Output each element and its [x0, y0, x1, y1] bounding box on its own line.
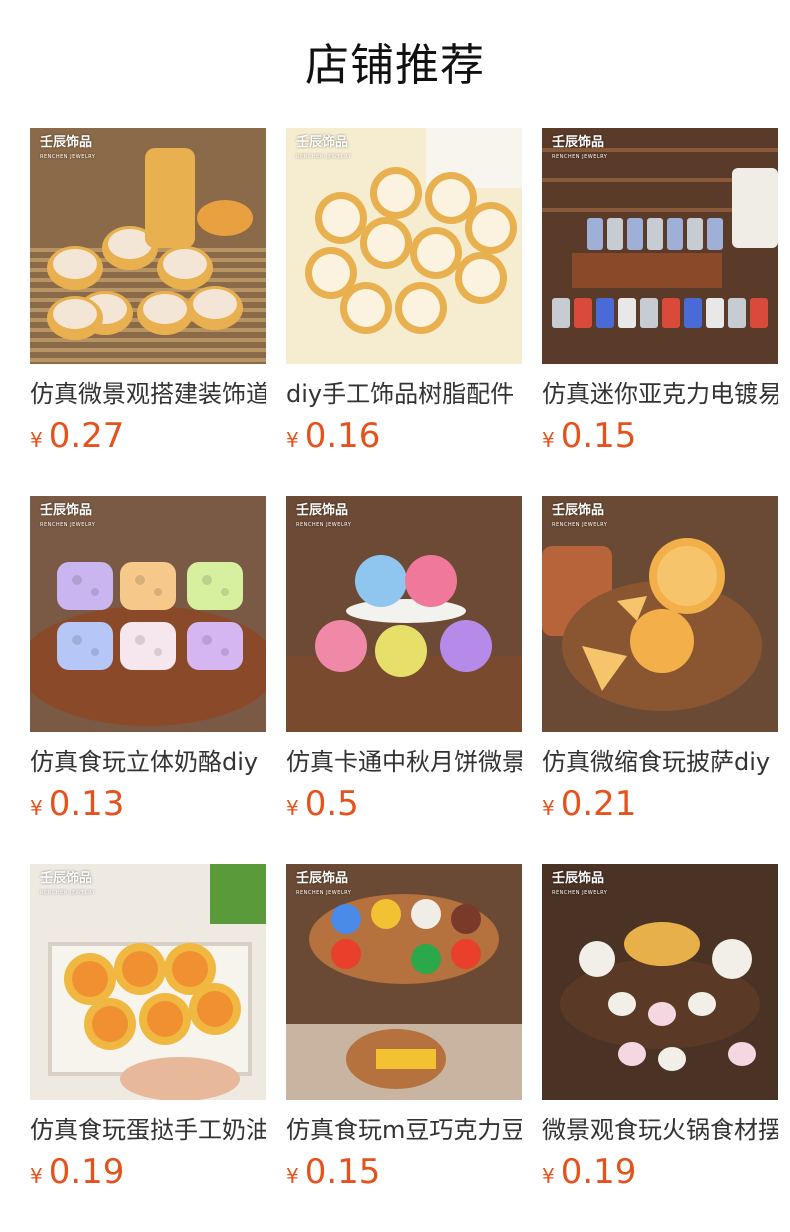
product-image[interactable]: 壬辰饰品 RENCHEN JEWELRY: [286, 864, 522, 1100]
price-value: 0.21: [560, 784, 637, 824]
product-name[interactable]: 仿真微缩食玩披萨diy: [542, 746, 778, 778]
product-image[interactable]: 壬辰饰品 RENCHEN JEWELRY: [286, 128, 522, 364]
price-value: 0.15: [560, 416, 637, 456]
brand-watermark: 壬辰饰品 RENCHEN JEWELRY: [552, 872, 607, 900]
product-price: ¥0.16: [286, 416, 522, 462]
product-image[interactable]: 壬辰饰品 RENCHEN JEWELRY: [542, 128, 778, 364]
product-card-4[interactable]: 壬辰饰品 RENCHEN JEWELRY 仿真食玩立体奶酪diy ¥0.13: [30, 496, 266, 864]
product-price: ¥0.15: [542, 416, 778, 462]
brand-watermark: 壬辰饰品 RENCHEN JEWELRY: [40, 136, 95, 164]
currency-symbol: ¥: [30, 428, 43, 452]
product-name[interactable]: 仿真食玩蛋挞手工奶油胶: [30, 1114, 266, 1146]
product-grid: 壬辰饰品 RENCHEN JEWELRY 仿真微景观搭建装饰道具 ¥0.27 壬…: [30, 128, 780, 1232]
brand-sub: RENCHEN JEWELRY: [296, 890, 352, 896]
product-card-1[interactable]: 壬辰饰品 RENCHEN JEWELRY 仿真微景观搭建装饰道具 ¥0.27: [30, 128, 266, 496]
product-price: ¥0.15: [286, 1152, 522, 1198]
currency-symbol: ¥: [30, 796, 43, 820]
brand-watermark: 壬辰饰品 RENCHEN JEWELRY: [552, 504, 607, 532]
brand-sub: RENCHEN JEWELRY: [552, 154, 608, 160]
brand-name: 壬辰饰品: [552, 871, 605, 886]
product-card-7[interactable]: 壬辰饰品 RENCHEN JEWELRY 仿真食玩蛋挞手工奶油胶 ¥0.19: [30, 864, 266, 1232]
brand-sub: RENCHEN JEWELRY: [40, 890, 96, 896]
product-card-2[interactable]: 壬辰饰品 RENCHEN JEWELRY diy手工饰品树脂配件 ¥0.16: [286, 128, 522, 496]
brand-name: 壬辰饰品: [552, 503, 605, 518]
product-image[interactable]: 壬辰饰品 RENCHEN JEWELRY: [30, 496, 266, 732]
currency-symbol: ¥: [542, 428, 555, 452]
product-card-6[interactable]: 壬辰饰品 RENCHEN JEWELRY 仿真微缩食玩披萨diy ¥0.21: [542, 496, 778, 864]
product-image[interactable]: 壬辰饰品 RENCHEN JEWELRY: [542, 864, 778, 1100]
brand-name: 壬辰饰品: [296, 871, 349, 886]
product-price: ¥0.21: [542, 784, 778, 830]
product-card-5[interactable]: 壬辰饰品 RENCHEN JEWELRY 仿真卡通中秋月饼微景观 ¥0.5: [286, 496, 522, 864]
brand-sub: RENCHEN JEWELRY: [552, 890, 608, 896]
product-name[interactable]: 微景观食玩火锅食材摆件: [542, 1114, 778, 1146]
product-card-9[interactable]: 壬辰饰品 RENCHEN JEWELRY 微景观食玩火锅食材摆件 ¥0.19: [542, 864, 778, 1232]
brand-watermark: 壬辰饰品 RENCHEN JEWELRY: [296, 504, 351, 532]
brand-name: 壬辰饰品: [296, 135, 349, 150]
brand-name: 壬辰饰品: [40, 135, 93, 150]
brand-sub: RENCHEN JEWELRY: [40, 522, 96, 528]
product-price: ¥0.19: [542, 1152, 778, 1198]
product-name[interactable]: 仿真迷你亚克力电镀易拉罐: [542, 378, 778, 410]
product-name[interactable]: 仿真微景观搭建装饰道具: [30, 378, 266, 410]
price-value: 0.16: [304, 416, 381, 456]
product-image[interactable]: 壬辰饰品 RENCHEN JEWELRY: [542, 496, 778, 732]
product-price: ¥0.27: [30, 416, 266, 462]
price-value: 0.19: [48, 1152, 125, 1192]
brand-watermark: 壬辰饰品 RENCHEN JEWELRY: [552, 136, 607, 164]
product-image[interactable]: 壬辰饰品 RENCHEN JEWELRY: [286, 496, 522, 732]
price-value: 0.15: [304, 1152, 381, 1192]
brand-name: 壬辰饰品: [40, 871, 93, 886]
brand-name: 壬辰饰品: [40, 503, 93, 518]
brand-watermark: 壬辰饰品 RENCHEN JEWELRY: [40, 872, 95, 900]
product-name[interactable]: 仿真食玩m豆巧克力豆: [286, 1114, 522, 1146]
product-image[interactable]: 壬辰饰品 RENCHEN JEWELRY: [30, 128, 266, 364]
brand-sub: RENCHEN JEWELRY: [552, 522, 608, 528]
product-price: ¥0.19: [30, 1152, 266, 1198]
product-price: ¥0.13: [30, 784, 266, 830]
brand-watermark: 壬辰饰品 RENCHEN JEWELRY: [296, 872, 351, 900]
price-value: 0.5: [304, 784, 359, 824]
brand-sub: RENCHEN JEWELRY: [296, 154, 352, 160]
brand-sub: RENCHEN JEWELRY: [40, 154, 96, 160]
brand-name: 壬辰饰品: [296, 503, 349, 518]
brand-name: 壬辰饰品: [552, 135, 605, 150]
currency-symbol: ¥: [286, 1164, 299, 1188]
page-title: 店铺推荐: [305, 40, 485, 91]
currency-symbol: ¥: [542, 796, 555, 820]
price-value: 0.13: [48, 784, 125, 824]
product-name[interactable]: 仿真卡通中秋月饼微景观: [286, 746, 522, 778]
product-image[interactable]: 壬辰饰品 RENCHEN JEWELRY: [30, 864, 266, 1100]
currency-symbol: ¥: [30, 1164, 43, 1188]
price-value: 0.19: [560, 1152, 637, 1192]
brand-sub: RENCHEN JEWELRY: [296, 522, 352, 528]
currency-symbol: ¥: [286, 428, 299, 452]
currency-symbol: ¥: [286, 796, 299, 820]
product-card-8[interactable]: 壬辰饰品 RENCHEN JEWELRY 仿真食玩m豆巧克力豆 ¥0.15: [286, 864, 522, 1232]
currency-symbol: ¥: [542, 1164, 555, 1188]
product-card-3[interactable]: 壬辰饰品 RENCHEN JEWELRY 仿真迷你亚克力电镀易拉罐 ¥0.15: [542, 128, 778, 496]
product-name[interactable]: 仿真食玩立体奶酪diy: [30, 746, 266, 778]
product-price: ¥0.5: [286, 784, 522, 830]
price-value: 0.27: [48, 416, 125, 456]
brand-watermark: 壬辰饰品 RENCHEN JEWELRY: [296, 136, 351, 164]
product-name[interactable]: diy手工饰品树脂配件: [286, 378, 522, 410]
brand-watermark: 壬辰饰品 RENCHEN JEWELRY: [40, 504, 95, 532]
